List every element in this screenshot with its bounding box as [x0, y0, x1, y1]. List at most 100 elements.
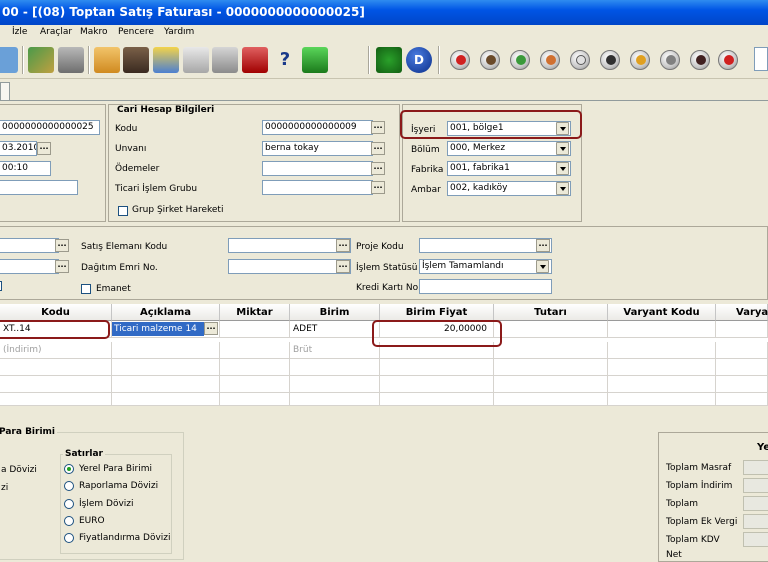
- d-icon[interactable]: D: [406, 47, 432, 73]
- fabrika-select[interactable]: 001, fabrika1: [447, 161, 571, 176]
- table-row[interactable]: [716, 393, 768, 406]
- column-header-birim[interactable]: Birim: [290, 304, 380, 321]
- satis-elemani-field[interactable]: [228, 238, 351, 253]
- row2-aciklama[interactable]: [112, 342, 220, 359]
- favorites-icon[interactable]: [153, 47, 179, 73]
- islem-statusu-select[interactable]: İşlem Tamamlandı: [419, 259, 552, 274]
- clipboard-icon[interactable]: [94, 47, 120, 73]
- radio-fiyatlandirma[interactable]: [64, 533, 74, 543]
- date-picker-button[interactable]: ...: [37, 142, 51, 155]
- table-row[interactable]: [290, 393, 380, 406]
- table-row[interactable]: [290, 376, 380, 393]
- bolum-dropdown-button[interactable]: [556, 142, 569, 155]
- table-row[interactable]: [0, 359, 112, 376]
- emanet-checkbox[interactable]: [81, 284, 91, 294]
- left-field-2[interactable]: [0, 259, 59, 274]
- extra-field[interactable]: [0, 180, 78, 195]
- table-row[interactable]: [608, 359, 716, 376]
- antenna-icon[interactable]: [242, 47, 268, 73]
- time-field[interactable]: 00:10: [0, 161, 51, 176]
- table-row[interactable]: [112, 393, 220, 406]
- calculate-icon[interactable]: [28, 47, 54, 73]
- row1-miktar[interactable]: [220, 321, 290, 338]
- table-row[interactable]: [112, 376, 220, 393]
- table-row[interactable]: [290, 359, 380, 376]
- menu-item-makro[interactable]: Makro: [80, 27, 108, 37]
- rose-icon[interactable]: [450, 50, 470, 70]
- ticari-islem-lookup-button[interactable]: ...: [371, 181, 385, 194]
- graduate-icon[interactable]: [480, 50, 500, 70]
- person-icon[interactable]: [600, 50, 620, 70]
- radio-yerel[interactable]: [64, 464, 74, 474]
- search-icon[interactable]: [570, 50, 590, 70]
- table-row[interactable]: [608, 376, 716, 393]
- list-icon[interactable]: [0, 47, 18, 73]
- refresh-icon[interactable]: [510, 50, 530, 70]
- table-row[interactable]: [380, 359, 494, 376]
- ambar-dropdown-button[interactable]: [556, 182, 569, 195]
- people-icon[interactable]: [540, 50, 560, 70]
- para-option-doviz[interactable]: a Dövizi: [1, 465, 37, 475]
- clover-icon[interactable]: [376, 47, 402, 73]
- odemeler-field[interactable]: [262, 161, 373, 176]
- dagitim-emri-lookup-button[interactable]: ...: [336, 260, 350, 273]
- row1-aciklama[interactable]: Ticari malzeme 14 ...: [112, 321, 220, 338]
- unvani-lookup-button[interactable]: ...: [371, 142, 385, 155]
- unvani-field[interactable]: berna tokay: [262, 141, 373, 156]
- menu-item-izle[interactable]: İzle: [12, 27, 27, 37]
- row2-varyant[interactable]: [716, 342, 768, 359]
- left-checkbox[interactable]: [0, 281, 2, 291]
- row1-tutari[interactable]: [494, 321, 608, 338]
- column-header-varyant[interactable]: Varya: [716, 304, 768, 321]
- calculator-icon[interactable]: [58, 47, 84, 73]
- user-icon[interactable]: [123, 47, 149, 73]
- table-row[interactable]: [0, 393, 112, 406]
- satis-elemani-lookup-button[interactable]: ...: [336, 239, 350, 252]
- row2-birim[interactable]: Brüt: [290, 342, 380, 359]
- column-header-kodu[interactable]: Kodu: [0, 304, 112, 321]
- cari-kodu-lookup-button[interactable]: ...: [371, 121, 385, 134]
- islem-statusu-dropdown-button[interactable]: [536, 260, 549, 273]
- woman-icon[interactable]: [690, 50, 710, 70]
- date-field[interactable]: 03.2010: [0, 141, 37, 156]
- table-row[interactable]: [716, 376, 768, 393]
- row1-aciklama-lookup-button[interactable]: ...: [204, 322, 218, 335]
- exit-icon[interactable]: [302, 47, 328, 73]
- row2-tutari[interactable]: [494, 342, 608, 359]
- radio-islem[interactable]: [64, 499, 74, 509]
- menu-item-pencere[interactable]: Pencere: [118, 27, 154, 37]
- bolum-select[interactable]: 000, Merkez: [447, 141, 571, 156]
- row2-miktar[interactable]: [220, 342, 290, 359]
- row1-birim[interactable]: ADET: [290, 321, 380, 338]
- left-field-1-lookup-button[interactable]: ...: [55, 239, 69, 252]
- column-header-aciklama[interactable]: Açıklama: [112, 304, 220, 321]
- table-row[interactable]: [220, 359, 290, 376]
- row1-varyant[interactable]: [716, 321, 768, 338]
- grid-icon[interactable]: [212, 47, 238, 73]
- settings-icon[interactable]: [660, 50, 680, 70]
- table-row[interactable]: [380, 393, 494, 406]
- table-row[interactable]: [112, 359, 220, 376]
- menu-item-araclar[interactable]: Araçlar: [40, 27, 72, 37]
- ambar-select[interactable]: 002, kadıköy: [447, 181, 571, 196]
- table-row[interactable]: [220, 393, 290, 406]
- shirt-icon[interactable]: [718, 50, 738, 70]
- left-field-1[interactable]: [0, 238, 59, 253]
- row2-varyant-kodu[interactable]: [608, 342, 716, 359]
- menu-item-yardim[interactable]: Yardım: [164, 27, 194, 37]
- tab-general[interactable]: [0, 82, 10, 101]
- column-header-tutari[interactable]: Tutarı: [494, 304, 608, 321]
- column-header-varyant-kodu[interactable]: Varyant Kodu: [608, 304, 716, 321]
- toolbar-input[interactable]: [754, 47, 768, 71]
- proje-kodu-field[interactable]: [419, 238, 552, 253]
- column-header-birim-fiyat[interactable]: Birim Fiyat: [380, 304, 494, 321]
- table-row[interactable]: [494, 359, 608, 376]
- worker-icon[interactable]: [630, 50, 650, 70]
- cari-kodu-field[interactable]: 0000000000000009: [262, 120, 373, 135]
- table-row[interactable]: [220, 376, 290, 393]
- table-row[interactable]: [608, 393, 716, 406]
- dagitim-emri-field[interactable]: [228, 259, 351, 274]
- radio-raporlama[interactable]: [64, 481, 74, 491]
- table-row[interactable]: [494, 376, 608, 393]
- column-header-miktar[interactable]: Miktar: [220, 304, 290, 321]
